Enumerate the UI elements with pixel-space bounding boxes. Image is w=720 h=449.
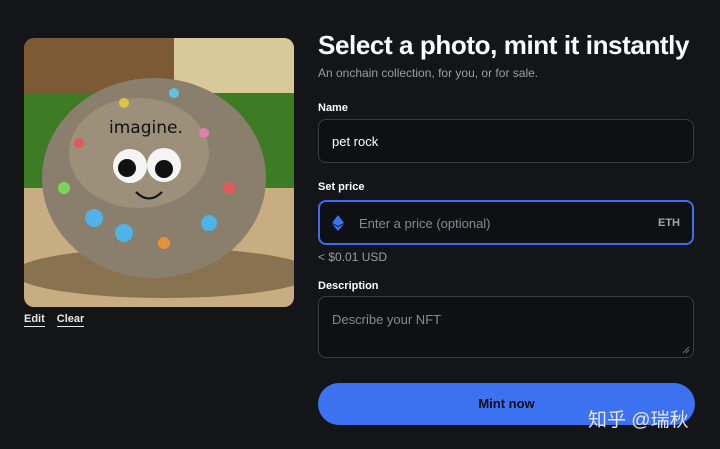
clear-link[interactable]: Clear [56, 313, 85, 327]
price-placeholder: Enter a price (optional) [359, 216, 491, 231]
resize-grip-icon[interactable] [682, 346, 690, 354]
rock-painted-text: imagine. [109, 118, 183, 138]
ethereum-icon [332, 215, 344, 231]
photo-preview: imagine. [24, 38, 294, 307]
page-title: Select a photo, mint it instantly [318, 30, 690, 60]
description-textarea[interactable]: Describe your NFT [318, 296, 694, 358]
description-placeholder: Describe your NFT [332, 312, 442, 327]
page-subtitle: An onchain collection, for you, or for s… [318, 66, 539, 80]
pet-rock-image: imagine. [24, 38, 294, 307]
name-input[interactable]: pet rock [318, 119, 694, 163]
price-usd-hint: < $0.01 USD [318, 250, 388, 264]
name-label: Name [318, 102, 348, 114]
name-value: pet rock [332, 134, 379, 149]
photo-actions: Edit Clear [24, 313, 85, 327]
watermark-text: 知乎 @瑞秋 [588, 410, 689, 431]
price-unit: ETH [658, 217, 680, 229]
description-label: Description [318, 280, 379, 292]
edit-link[interactable]: Edit [24, 313, 45, 327]
price-input[interactable]: Enter a price (optional) ETH [318, 200, 694, 245]
price-label: Set price [318, 181, 365, 193]
